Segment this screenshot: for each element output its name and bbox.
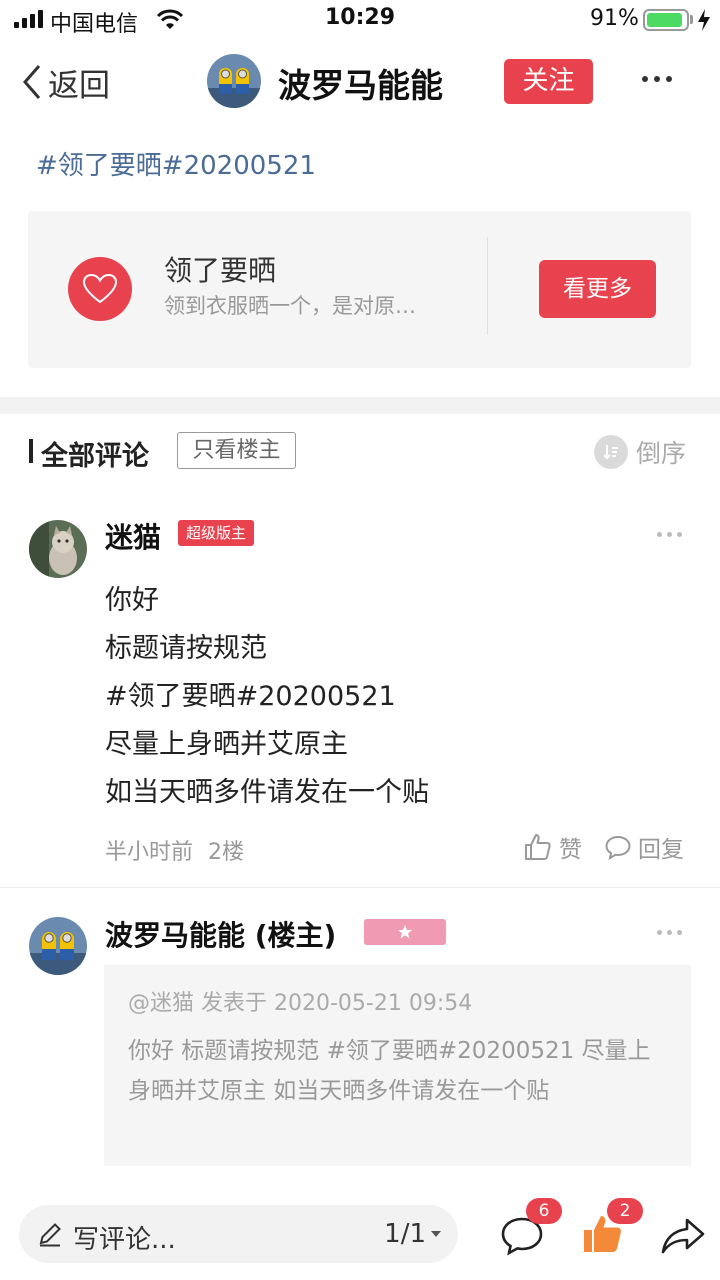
- charging-bolt-icon: [698, 9, 710, 31]
- comment-line: 尽量上身晒并艾原主: [105, 729, 348, 760]
- heart-icon: [68, 257, 132, 321]
- comment-more-icon[interactable]: [657, 930, 682, 935]
- sort-icon: [594, 435, 628, 469]
- commenter-name[interactable]: 迷猫: [105, 516, 161, 556]
- page-indicator: 1/1: [384, 1219, 426, 1249]
- speech-bubble-icon: [605, 835, 631, 860]
- reply-label: 回复: [638, 837, 684, 863]
- quote-header: @迷猫 发表于 2020-05-21 09:54: [128, 991, 473, 1016]
- star-icon: [398, 925, 412, 939]
- like-label: 赞: [559, 837, 582, 863]
- minion-avatar-image: [207, 54, 261, 108]
- write-comment-placeholder: 写评论...: [73, 1225, 176, 1255]
- share-icon[interactable]: [660, 1216, 706, 1256]
- section-divider: [0, 397, 720, 414]
- chevron-left-icon: [23, 65, 41, 99]
- quoted-comment[interactable]: @迷猫 发表于 2020-05-21 09:54 你好 标题请按规范 #领了要晒…: [104, 965, 691, 1166]
- comment-line: 标题请按规范: [105, 633, 267, 664]
- page-selector[interactable]: 1/1: [384, 1219, 442, 1249]
- comment-count-badge: 6: [526, 1198, 562, 1224]
- comment-time: 半小时前: [105, 840, 194, 865]
- nav-bar: 返回 波罗马能能 关注: [0, 40, 720, 124]
- like-count-badge: 2: [607, 1198, 643, 1224]
- battery-percent: 91%: [590, 6, 639, 31]
- author-only-filter-button[interactable]: 只看楼主: [177, 432, 296, 469]
- comment-line: 你好: [105, 585, 159, 616]
- section-marker: [29, 439, 33, 463]
- card-title: 领了要晒: [164, 254, 277, 287]
- avatar[interactable]: [29, 917, 87, 975]
- comment-floor: 2楼: [208, 840, 245, 865]
- star-badge: [364, 919, 446, 945]
- see-more-button[interactable]: 看更多: [539, 260, 656, 318]
- battery-icon: [643, 9, 689, 31]
- battery-cap: [690, 15, 693, 24]
- write-comment-input[interactable]: 写评论... 1/1: [19, 1205, 458, 1263]
- page-title: 波罗马能能: [278, 66, 443, 105]
- sort-order-button[interactable]: 倒序: [594, 434, 686, 470]
- comment-more-icon[interactable]: [657, 532, 682, 537]
- comment-line: #领了要晒#20200521: [105, 681, 396, 712]
- pencil-icon: [39, 1223, 61, 1247]
- quote-body: 你好 标题请按规范 #领了要晒#20200521 尽量上身晒并艾原主 如当天晒多…: [128, 1038, 651, 1104]
- comment-meta: 半小时前 2楼: [105, 834, 244, 866]
- bottom-bar: 写评论... 1/1 6 2: [0, 1190, 720, 1280]
- follow-button[interactable]: 关注: [504, 59, 593, 104]
- card-divider: [487, 237, 488, 335]
- like-button[interactable]: 赞: [523, 830, 582, 864]
- cat-avatar-image: [29, 520, 87, 578]
- comment-line: 如当天晒多件请发在一个贴: [105, 777, 429, 808]
- thumbs-up-icon: [525, 834, 551, 860]
- back-label: 返回: [48, 67, 110, 104]
- back-button[interactable]: 返回: [22, 60, 110, 104]
- more-options-icon[interactable]: [642, 76, 672, 82]
- status-bar: 中国电信 10:29 91%: [0, 0, 720, 40]
- minion-avatar-image: [29, 917, 87, 975]
- topic-card[interactable]: 领了要晒 领到衣服晒一个，是对原… 看更多: [28, 211, 691, 368]
- moderator-badge: 超级版主: [178, 520, 255, 546]
- reply-button[interactable]: 回复: [604, 830, 684, 864]
- sort-label: 倒序: [636, 439, 687, 468]
- avatar[interactable]: [29, 520, 87, 578]
- topic-tag-link[interactable]: #领了要晒#20200521: [36, 145, 316, 182]
- battery-level-fill: [647, 13, 682, 27]
- comments-title: 全部评论: [41, 441, 149, 472]
- author-avatar[interactable]: [207, 54, 261, 108]
- card-description: 领到衣服晒一个，是对原…: [164, 294, 416, 318]
- commenter-name[interactable]: 波罗马能能 (楼主): [105, 914, 336, 954]
- caret-down-icon: [431, 1231, 441, 1237]
- comment-separator: [0, 887, 720, 888]
